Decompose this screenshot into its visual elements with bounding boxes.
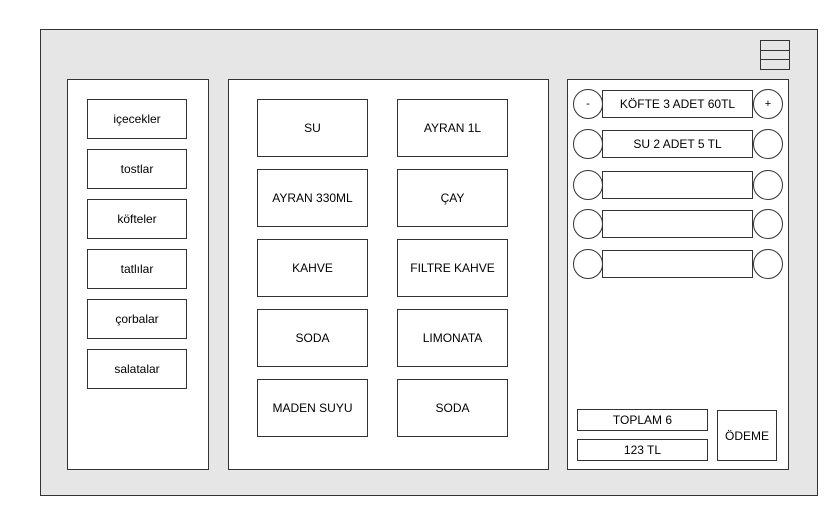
category-button-icecekler[interactable]: içecekler xyxy=(87,99,187,139)
decrease-quantity-button[interactable] xyxy=(573,209,603,239)
category-button-salatalar[interactable]: salatalar xyxy=(87,349,187,389)
order-item xyxy=(602,171,753,199)
total-amount-label: 123 TL xyxy=(577,439,708,461)
increase-quantity-button[interactable] xyxy=(753,129,783,159)
increase-quantity-button[interactable] xyxy=(753,249,783,279)
product-button[interactable]: MADEN SUYU xyxy=(257,379,368,437)
decrease-quantity-button[interactable] xyxy=(573,170,603,200)
decrease-quantity-button[interactable] xyxy=(573,249,603,279)
total-count-label: TOPLAM 6 xyxy=(577,409,708,431)
category-button-tostlar[interactable]: tostlar xyxy=(87,149,187,189)
product-button[interactable]: ÇAY xyxy=(397,169,508,227)
order-item xyxy=(602,210,753,238)
decrease-quantity-button[interactable]: - xyxy=(573,89,603,119)
order-item: KÖFTE 3 ADET 60TL xyxy=(602,90,753,118)
product-button[interactable]: FILTRE KAHVE xyxy=(397,239,508,297)
order-item: SU 2 ADET 5 TL xyxy=(602,130,753,158)
payment-button[interactable]: ÖDEME xyxy=(717,410,777,461)
product-button[interactable]: SU xyxy=(257,99,368,157)
increase-quantity-button[interactable] xyxy=(753,170,783,200)
order-item xyxy=(602,250,753,278)
product-button[interactable]: LIMONATA xyxy=(397,309,508,367)
product-button[interactable]: AYRAN 1L xyxy=(397,99,508,157)
product-button[interactable]: SODA xyxy=(397,379,508,437)
product-button[interactable]: KAHVE xyxy=(257,239,368,297)
category-button-kofteler[interactable]: köfteler xyxy=(87,199,187,239)
category-button-tatlilar[interactable]: tatlılar xyxy=(87,249,187,289)
hamburger-menu-icon[interactable] xyxy=(760,40,790,70)
product-button[interactable]: SODA xyxy=(257,309,368,367)
increase-quantity-button[interactable] xyxy=(753,209,783,239)
increase-quantity-button[interactable]: + xyxy=(753,89,783,119)
category-button-corbalar[interactable]: çorbalar xyxy=(87,299,187,339)
product-button[interactable]: AYRAN 330ML xyxy=(257,169,368,227)
decrease-quantity-button[interactable] xyxy=(573,129,603,159)
